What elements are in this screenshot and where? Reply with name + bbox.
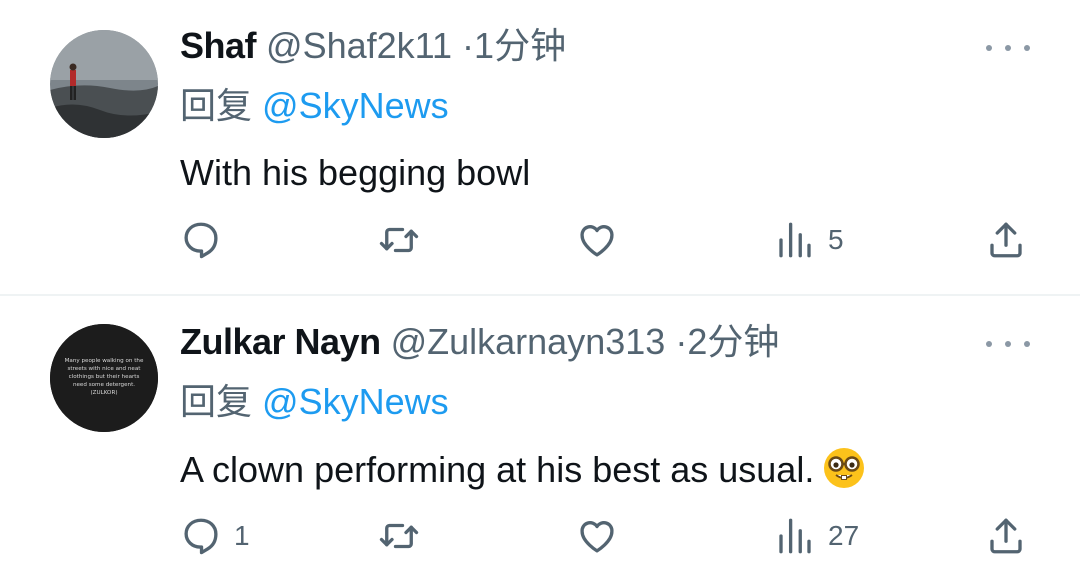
reply-icon (184, 222, 218, 259)
reply-prefix: 回复 (180, 85, 253, 126)
separator-dot: · (462, 25, 475, 66)
tweet-2[interactable]: Many people walking on the streets with … (0, 296, 1080, 563)
views-count: 27 (828, 520, 860, 551)
reply-context: 回复 @SkyNews (180, 84, 449, 128)
avatar-quote-line: streets with nice and neat (67, 366, 141, 372)
avatar[interactable]: Many people walking on the streets with … (50, 324, 158, 432)
avatar-quote-line: (ZULKOR) (90, 390, 117, 396)
views-count: 5 (828, 224, 844, 255)
like-button[interactable] (576, 511, 618, 561)
more-options-icon[interactable] (986, 38, 1030, 58)
separator-dot: · (675, 321, 688, 362)
tweet-text: With his begging bowl (180, 152, 531, 193)
views-chart-icon (779, 518, 811, 554)
reply-button[interactable] (180, 215, 234, 265)
action-bar: 5 (0, 215, 1080, 265)
heart-icon (580, 225, 614, 257)
share-icon (990, 518, 1022, 554)
tweet-1[interactable]: Shaf @Shaf2k11 ·1分钟 回复 @SkyNews With his… (0, 0, 1080, 294)
user-handle[interactable]: @Zulkarnayn313 (391, 321, 666, 362)
display-name[interactable]: Zulkar Nayn (180, 321, 381, 362)
tweet-text-content: A clown performing at his best as usual. (180, 449, 815, 490)
views-chart-icon (779, 222, 811, 258)
avatar-quote-line: clothings but their hearts (69, 374, 140, 380)
reply-prefix: 回复 (180, 381, 253, 422)
reply-context: 回复 @SkyNews (180, 380, 449, 424)
avatar-quote-line: Many people walking on the (65, 358, 144, 364)
user-handle[interactable]: @Shaf2k11 (266, 25, 452, 66)
tweet-text: A clown performing at his best as usual. (180, 446, 866, 500)
display-name[interactable]: Shaf (180, 25, 257, 66)
more-options-icon[interactable] (986, 334, 1030, 354)
views-button[interactable]: 27 (774, 511, 859, 561)
reply-mention-link[interactable]: @SkyNews (262, 381, 449, 422)
share-button[interactable] (985, 215, 1027, 265)
reply-count: 1 (234, 520, 250, 551)
retweet-button[interactable] (378, 511, 420, 561)
timestamp[interactable]: 2分钟 (687, 321, 779, 362)
retweet-button[interactable] (378, 215, 420, 265)
avatar[interactable] (50, 30, 158, 138)
views-button[interactable]: 5 (774, 215, 844, 265)
timestamp[interactable]: 1分钟 (474, 25, 566, 66)
heart-icon (580, 521, 614, 553)
share-icon (990, 222, 1022, 258)
reply-icon (184, 518, 218, 555)
nerd-face-icon (822, 446, 866, 500)
tweet-header: Zulkar Nayn @Zulkarnayn313 ·2分钟 (180, 320, 779, 364)
reply-button[interactable]: 1 (180, 511, 250, 561)
tweet-header: Shaf @Shaf2k11 ·1分钟 (180, 24, 566, 68)
retweet-icon (379, 523, 419, 549)
retweet-icon (379, 227, 419, 253)
reply-mention-link[interactable]: @SkyNews (262, 85, 449, 126)
action-bar: 1 27 (0, 511, 1080, 561)
avatar-quote-line: need some detergent. (73, 382, 135, 388)
like-button[interactable] (576, 215, 618, 265)
share-button[interactable] (985, 511, 1027, 561)
